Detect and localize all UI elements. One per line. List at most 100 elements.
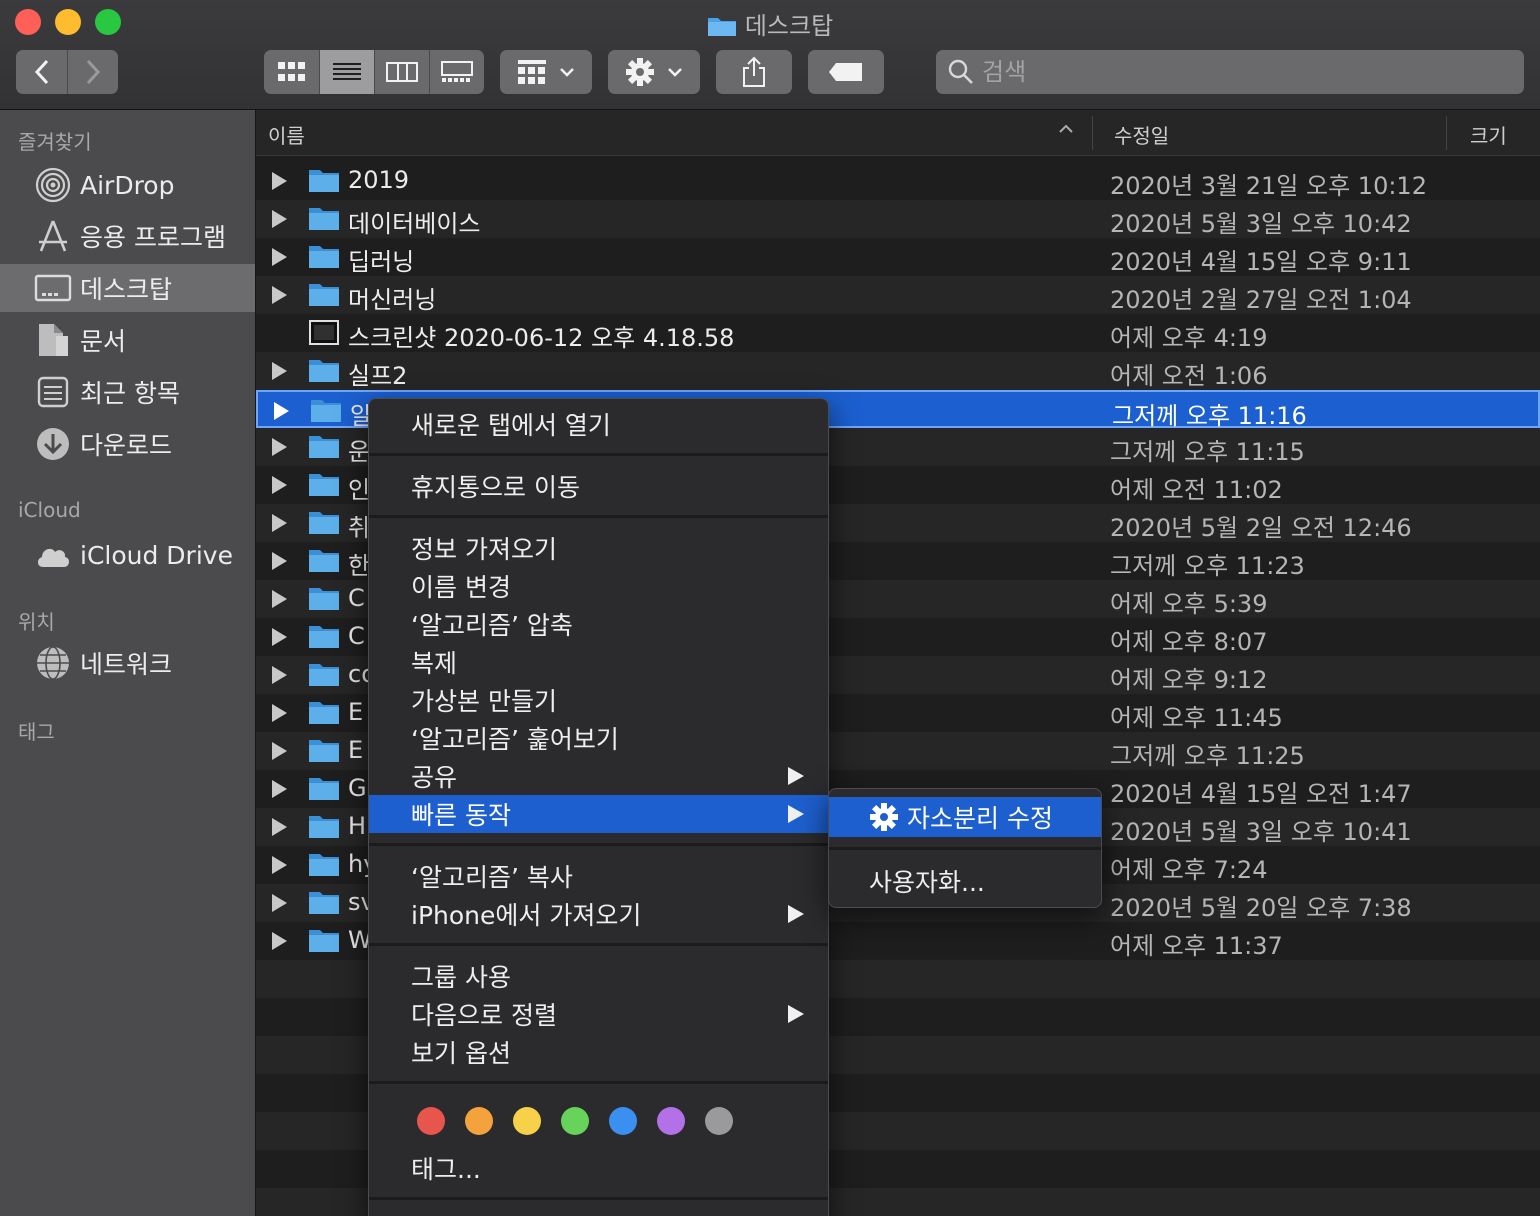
disclosure-triangle-icon[interactable] — [272, 210, 287, 228]
column-view-button[interactable] — [374, 50, 429, 94]
table-row[interactable]: 데이터베이스 2020년 5월 3일 오후 10:42 — [256, 200, 1540, 238]
sidebar-item-label: 다운로드 — [80, 431, 173, 460]
sidebar-item-applications[interactable]: 응용 프로그램 — [0, 212, 255, 260]
menu-item-duplicate[interactable]: 복제 — [369, 643, 828, 681]
disclosure-triangle-icon[interactable] — [272, 362, 287, 380]
search-field[interactable] — [936, 50, 1524, 94]
column-divider[interactable] — [1092, 116, 1093, 150]
menu-item-import-from-iphone[interactable]: iPhone에서 가져오기 — [369, 895, 828, 933]
folder-icon — [309, 170, 339, 192]
list-view-button[interactable] — [319, 50, 374, 94]
toolbar: 데스크탑 — [0, 0, 1540, 110]
disclosure-triangle-icon[interactable] — [272, 704, 287, 722]
folder-icon — [309, 854, 339, 876]
sidebar-item-documents[interactable]: 문서 — [0, 316, 255, 364]
disclosure-triangle-icon[interactable] — [272, 932, 287, 950]
disclosure-triangle-icon[interactable] — [272, 514, 287, 532]
disclosure-triangle-icon[interactable] — [272, 552, 287, 570]
column-date-header[interactable]: 수정일 — [1114, 120, 1169, 149]
action-menu-button[interactable] — [608, 50, 700, 94]
disclosure-triangle-icon[interactable] — [272, 590, 287, 608]
menu-item-quick-actions[interactable]: 빠른 동작 — [369, 795, 828, 833]
folder-icon — [309, 512, 339, 534]
menu-item-make-alias[interactable]: 가상본 만들기 — [369, 681, 828, 719]
column-size-header[interactable]: 크기 — [1470, 120, 1507, 149]
back-button[interactable] — [16, 50, 67, 94]
table-row[interactable]: 2019 2020년 3월 21일 오후 10:12 — [256, 162, 1540, 200]
menu-item-quick-look[interactable]: ‘알고리즘’ 훑어보기 — [369, 719, 828, 757]
menu-item-tags[interactable]: 태그... — [369, 1149, 828, 1187]
menu-item-sort-by[interactable]: 다음으로 정렬 — [369, 995, 828, 1033]
menu-item-share[interactable]: 공유 — [369, 757, 828, 795]
sidebar-section-favorites: 즐겨찾기 — [18, 130, 92, 154]
table-row[interactable]: 딥러닝 2020년 4월 15일 오후 9:11 — [256, 238, 1540, 276]
tag-green-dot[interactable] — [561, 1107, 589, 1135]
sidebar-item-airdrop[interactable]: AirDrop — [0, 161, 255, 209]
file-date: 2020년 5월 2일 오전 12:46 — [1110, 514, 1412, 542]
sidebar-item-recents[interactable]: 최근 항목 — [0, 368, 255, 416]
navigation-group — [16, 50, 118, 94]
menu-item-rename[interactable]: 이름 변경 — [369, 567, 828, 605]
file-name: 데이터베이스 — [348, 210, 481, 238]
disclosure-triangle-icon[interactable] — [272, 818, 287, 836]
sidebar-item-desktop[interactable]: 데스크탑 — [0, 264, 255, 312]
sidebar-item-label: iCloud Drive — [80, 540, 233, 570]
disclosure-triangle-icon[interactable] — [272, 780, 287, 798]
downloads-icon — [34, 426, 72, 462]
menu-separator — [829, 847, 1101, 850]
tags-button[interactable] — [808, 50, 884, 94]
disclosure-triangle-icon[interactable] — [272, 742, 287, 760]
icon-view-button[interactable] — [264, 50, 319, 94]
disclosure-triangle-icon[interactable] — [272, 286, 287, 304]
menu-item-get-info[interactable]: 정보 가져오기 — [369, 529, 828, 567]
forward-button[interactable] — [67, 50, 118, 94]
share-button[interactable] — [716, 50, 792, 94]
column-divider[interactable] — [1446, 116, 1447, 150]
tag-blue-dot[interactable] — [609, 1107, 637, 1135]
menu-item-copy[interactable]: ‘알고리즘’ 복사 — [369, 857, 828, 895]
disclosure-triangle-icon[interactable] — [272, 172, 287, 190]
gallery-view-button[interactable] — [429, 50, 484, 94]
table-row[interactable]: 실프2 어제 오전 1:06 — [256, 352, 1540, 390]
group-by-button[interactable] — [500, 50, 592, 94]
tag-purple-dot[interactable] — [657, 1107, 685, 1135]
table-row[interactable]: 머신러닝 2020년 2월 27일 오전 1:04 — [256, 276, 1540, 314]
sidebar-item-icloud-drive[interactable]: iCloud Drive — [0, 531, 255, 579]
disclosure-triangle-icon[interactable] — [272, 248, 287, 266]
disclosure-triangle-icon[interactable] — [272, 666, 287, 684]
file-name: 운 — [348, 438, 371, 466]
folder-icon — [309, 930, 339, 952]
submenu-item-jamo-fix[interactable]: 자소분리 수정 — [829, 797, 1101, 837]
file-name: G — [348, 774, 367, 802]
file-date: 어제 오후 9:12 — [1110, 666, 1268, 694]
tag-gray-dot[interactable] — [705, 1107, 733, 1135]
menu-item-open-new-tab[interactable]: 새로운 탭에서 열기 — [369, 405, 828, 443]
table-row[interactable]: 스크린샷 2020-06-12 오후 4.18.58 어제 오후 4:19 — [256, 314, 1540, 352]
disclosure-triangle-icon[interactable] — [274, 402, 289, 420]
quick-actions-submenu: 자소분리 수정 사용자화... — [828, 788, 1102, 908]
sidebar-item-label: 문서 — [80, 327, 127, 356]
column-name-header[interactable]: 이름 — [268, 120, 305, 149]
menu-item-move-to-trash[interactable]: 휴지통으로 이동 — [369, 467, 828, 505]
sidebar-item-network[interactable]: 네트워크 — [0, 639, 255, 687]
search-input[interactable] — [982, 58, 1502, 86]
sidebar-item-downloads[interactable]: 다운로드 — [0, 420, 255, 468]
window-title-text: 데스크탑 — [744, 12, 834, 40]
disclosure-triangle-icon[interactable] — [272, 476, 287, 494]
folder-icon — [309, 816, 339, 838]
folder-icon — [309, 626, 339, 648]
file-name: 머신러닝 — [348, 286, 437, 314]
disclosure-triangle-icon[interactable] — [272, 856, 287, 874]
disclosure-triangle-icon[interactable] — [272, 438, 287, 456]
menu-item-view-options[interactable]: 보기 옵션 — [369, 1033, 828, 1071]
file-date: 어제 오후 4:19 — [1110, 324, 1268, 352]
disclosure-triangle-icon[interactable] — [272, 628, 287, 646]
menu-item-compress[interactable]: ‘알고리즘’ 압축 — [369, 605, 828, 643]
submenu-item-customize[interactable]: 사용자화... — [829, 861, 1101, 901]
tag-orange-dot[interactable] — [465, 1107, 493, 1135]
gear-icon — [870, 803, 898, 831]
tag-yellow-dot[interactable] — [513, 1107, 541, 1135]
menu-item-use-groups[interactable]: 그룹 사용 — [369, 957, 828, 995]
tag-red-dot[interactable] — [417, 1107, 445, 1135]
disclosure-triangle-icon[interactable] — [272, 894, 287, 912]
